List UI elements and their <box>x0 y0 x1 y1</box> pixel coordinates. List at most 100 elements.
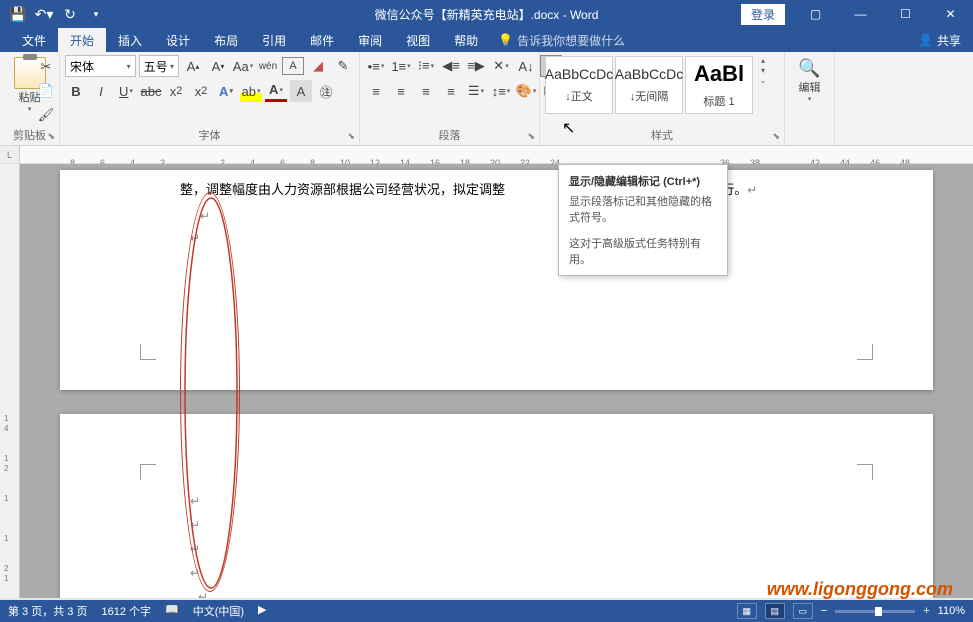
minimize-icon[interactable]: — <box>838 0 883 28</box>
zoom-level[interactable]: 110% <box>938 605 965 617</box>
styles-more-button[interactable]: ▴▾⌄ <box>755 56 771 85</box>
share-button[interactable]: 👤 共享 <box>918 32 961 49</box>
increase-indent-icon[interactable]: ≡▶ <box>465 55 487 77</box>
style-name: 标题 1 <box>703 93 734 109</box>
tab-design[interactable]: 设计 <box>154 28 202 53</box>
char-border-icon[interactable]: A <box>282 57 304 75</box>
tab-mailings[interactable]: 邮件 <box>298 28 346 53</box>
align-center-icon[interactable]: ≡ <box>390 80 412 102</box>
line-spacing-icon[interactable]: ↕≡ <box>490 80 512 102</box>
zoom-slider[interactable] <box>835 610 915 613</box>
tab-insert[interactable]: 插入 <box>106 28 154 53</box>
page-corner <box>857 344 873 360</box>
superscript-icon[interactable]: x2 <box>190 80 212 102</box>
tab-home[interactable]: 开始 <box>58 28 106 53</box>
subscript-icon[interactable]: x2 <box>165 80 187 102</box>
tab-selector[interactable]: L <box>0 146 20 163</box>
paragraph-mark: ↵ <box>190 231 853 245</box>
style-preview: AaBbCcDc <box>545 66 613 82</box>
asian-layout-icon[interactable]: ✕ <box>490 55 512 77</box>
status-page[interactable]: 第 3 页，共 3 页 <box>8 603 87 619</box>
window-title: 微信公众号【新精英充电站】.docx - Word <box>375 6 599 23</box>
enclose-char-icon[interactable]: ㊟ <box>315 80 337 102</box>
multilevel-icon[interactable]: ⁝≡ <box>415 55 437 77</box>
tooltip-body: 显示段落标记和其他隐藏的格式符号。 <box>569 193 717 225</box>
justify-icon[interactable]: ≡ <box>440 80 462 102</box>
tab-help[interactable]: 帮助 <box>442 28 490 53</box>
char-shading-icon[interactable]: A <box>290 80 312 102</box>
document-page[interactable]: ↵ ↵ ↵ ↵ ↵ <box>60 414 933 598</box>
tooltip: 显示/隐藏编辑标记 (Ctrl+*) 显示段落标记和其他隐藏的格式符号。 这对于… <box>558 164 728 276</box>
decrease-indent-icon[interactable]: ◀≡ <box>440 55 462 77</box>
close-icon[interactable]: ✕ <box>928 0 973 28</box>
styles-launcher[interactable]: ⬊ <box>772 131 780 142</box>
tab-file[interactable]: 文件 <box>10 28 58 53</box>
bullets-icon[interactable]: •≡ <box>365 55 387 77</box>
phonetic-icon[interactable]: wén <box>257 55 279 77</box>
copy-icon[interactable]: 📄 <box>35 80 57 102</box>
tooltip-body: 这对于高级版式任务特别有用。 <box>569 235 717 267</box>
font-launcher[interactable]: ⬊ <box>347 131 355 142</box>
numbering-icon[interactable]: 1≡ <box>390 55 412 77</box>
tell-me-search[interactable]: 💡 告诉我你想要做什么 <box>498 32 625 49</box>
login-button[interactable]: 登录 <box>741 4 785 25</box>
format-painter-icon[interactable]: 🖌 <box>35 104 57 126</box>
vertical-ruler[interactable]: 1 4 1 2 1 1 2 1 <box>0 164 20 598</box>
page-corner <box>140 344 156 360</box>
print-layout-icon[interactable]: ▤ <box>765 603 785 619</box>
paragraph-mark: ↵ <box>190 542 853 556</box>
zoom-out-icon[interactable]: − <box>821 605 827 617</box>
web-layout-icon[interactable]: ▭ <box>793 603 813 619</box>
zoom-in-icon[interactable]: + <box>923 605 929 617</box>
status-spellcheck-icon[interactable]: 📖 <box>165 603 179 619</box>
page-corner <box>857 464 873 480</box>
grow-font-icon[interactable]: A▴ <box>182 55 204 77</box>
font-size-combo[interactable]: 五号▾ <box>139 55 179 77</box>
tab-references[interactable]: 引用 <box>250 28 298 53</box>
style-normal[interactable]: AaBbCcDc ↓正文 <box>545 56 613 114</box>
clipboard-launcher[interactable]: ⬊ <box>47 131 55 142</box>
shading-icon[interactable]: 🎨 <box>515 80 537 102</box>
status-language[interactable]: 中文(中国) <box>193 603 244 619</box>
paragraph-launcher[interactable]: ⬊ <box>527 131 535 142</box>
undo-icon[interactable]: ↶▾ <box>32 2 56 26</box>
tab-review[interactable]: 审阅 <box>346 28 394 53</box>
maximize-icon[interactable]: ☐ <box>883 0 928 28</box>
body-text: 整，调整幅度由人力资源部根据公司经营状况，拟定调整 意后执行。↵ <box>180 180 853 201</box>
save-icon[interactable]: 💾 <box>6 2 30 26</box>
style-no-spacing[interactable]: AaBbCcDc ↓无间隔 <box>615 56 683 114</box>
status-macro-icon[interactable]: ▶ <box>258 603 266 619</box>
redo-icon[interactable]: ↻ <box>58 2 82 26</box>
status-word-count[interactable]: 1612 个字 <box>101 603 151 619</box>
tab-layout[interactable]: 布局 <box>202 28 250 53</box>
sort-icon[interactable]: A↓ <box>515 55 537 77</box>
style-name: ↓无间隔 <box>630 88 669 104</box>
paragraph-group-label: 段落 <box>360 127 539 143</box>
align-left-icon[interactable]: ≡ <box>365 80 387 102</box>
ribbon-options-icon[interactable]: ▢ <box>793 0 838 28</box>
distribute-icon[interactable]: ☰ <box>465 80 487 102</box>
paragraph-mark: ↵ <box>190 566 853 580</box>
find-icon[interactable]: 🔍 <box>798 58 820 79</box>
highlight-icon[interactable]: ab <box>240 80 262 102</box>
tab-view[interactable]: 视图 <box>394 28 442 53</box>
bold-icon[interactable]: B <box>65 80 87 102</box>
strikethrough-icon[interactable]: abc <box>140 80 162 102</box>
italic-icon[interactable]: I <box>90 80 112 102</box>
clear-format-icon[interactable]: ◢ <box>307 55 329 77</box>
eraser-icon[interactable]: ✎ <box>332 55 354 77</box>
align-right-icon[interactable]: ≡ <box>415 80 437 102</box>
qat-customize-icon[interactable]: ▾ <box>84 2 108 26</box>
style-heading1[interactable]: AaBl 标题 1 <box>685 56 753 114</box>
shrink-font-icon[interactable]: A▾ <box>207 55 229 77</box>
document-canvas[interactable]: 整，调整幅度由人力资源部根据公司经营状况，拟定调整 意后执行。↵ ↵ ↵ ↵ ↵… <box>20 164 973 598</box>
font-group-label: 字体 <box>60 127 359 143</box>
change-case-icon[interactable]: Aa <box>232 55 254 77</box>
document-page[interactable]: 整，调整幅度由人力资源部根据公司经营状况，拟定调整 意后执行。↵ ↵ ↵ <box>60 170 933 390</box>
font-color-icon[interactable]: A <box>265 80 287 102</box>
text-effects-icon[interactable]: A <box>215 80 237 102</box>
read-mode-icon[interactable]: ▦ <box>737 603 757 619</box>
font-name-combo[interactable]: 宋体▾ <box>65 55 136 77</box>
cut-icon[interactable]: ✂ <box>35 56 57 78</box>
underline-icon[interactable]: U <box>115 80 137 102</box>
